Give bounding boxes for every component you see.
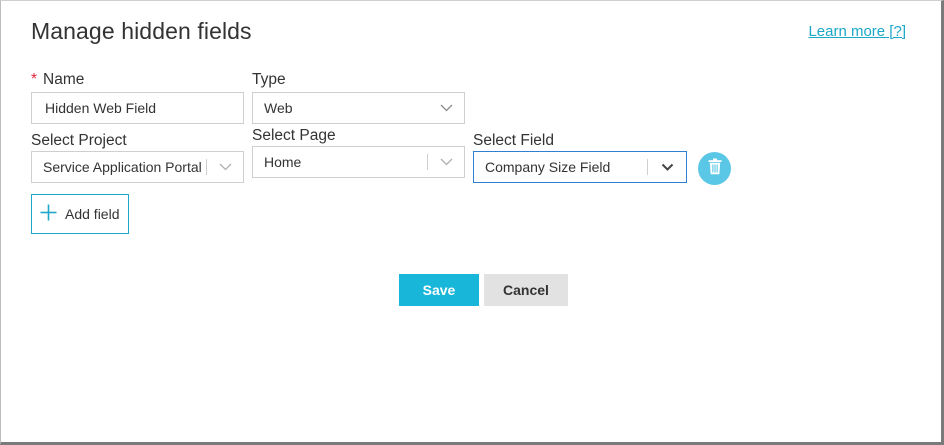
save-button[interactable]: Save	[399, 274, 479, 306]
chevron-down-icon	[428, 93, 464, 123]
type-select-value: Web	[264, 100, 293, 116]
chevron-down-icon	[428, 147, 464, 177]
type-select[interactable]: Web	[252, 92, 465, 124]
project-select[interactable]: Service Application Portal	[31, 151, 244, 183]
type-label: Type	[252, 71, 286, 88]
field-label: Select Field	[473, 132, 554, 149]
trash-icon	[708, 158, 722, 180]
name-label: * Name	[31, 71, 84, 89]
name-input[interactable]: Hidden Web Field	[31, 92, 244, 124]
cancel-button[interactable]: Cancel	[484, 274, 568, 306]
add-field-button[interactable]: Add field	[31, 194, 129, 234]
page-select[interactable]: Home	[252, 146, 465, 178]
chevron-down-icon	[207, 152, 243, 182]
page-select-value: Home	[264, 154, 302, 170]
project-select-value: Service Application Portal	[43, 159, 202, 175]
learn-more-link[interactable]: Learn more [?]	[808, 23, 906, 40]
field-select[interactable]: Company Size Field	[473, 151, 687, 183]
name-label-text: Name	[43, 71, 85, 88]
required-marker: *	[31, 71, 38, 88]
plus-icon	[40, 204, 57, 224]
manage-hidden-fields-dialog: Manage hidden fields Learn more [?] * Nam…	[0, 0, 944, 445]
field-select-value: Company Size Field	[485, 159, 611, 175]
project-label: Select Project	[31, 132, 127, 149]
chevron-down-icon	[648, 152, 686, 182]
add-field-label: Add field	[65, 206, 120, 222]
delete-field-button[interactable]	[698, 152, 731, 185]
dialog-title: Manage hidden fields	[31, 18, 252, 44]
page-label: Select Page	[252, 127, 336, 144]
